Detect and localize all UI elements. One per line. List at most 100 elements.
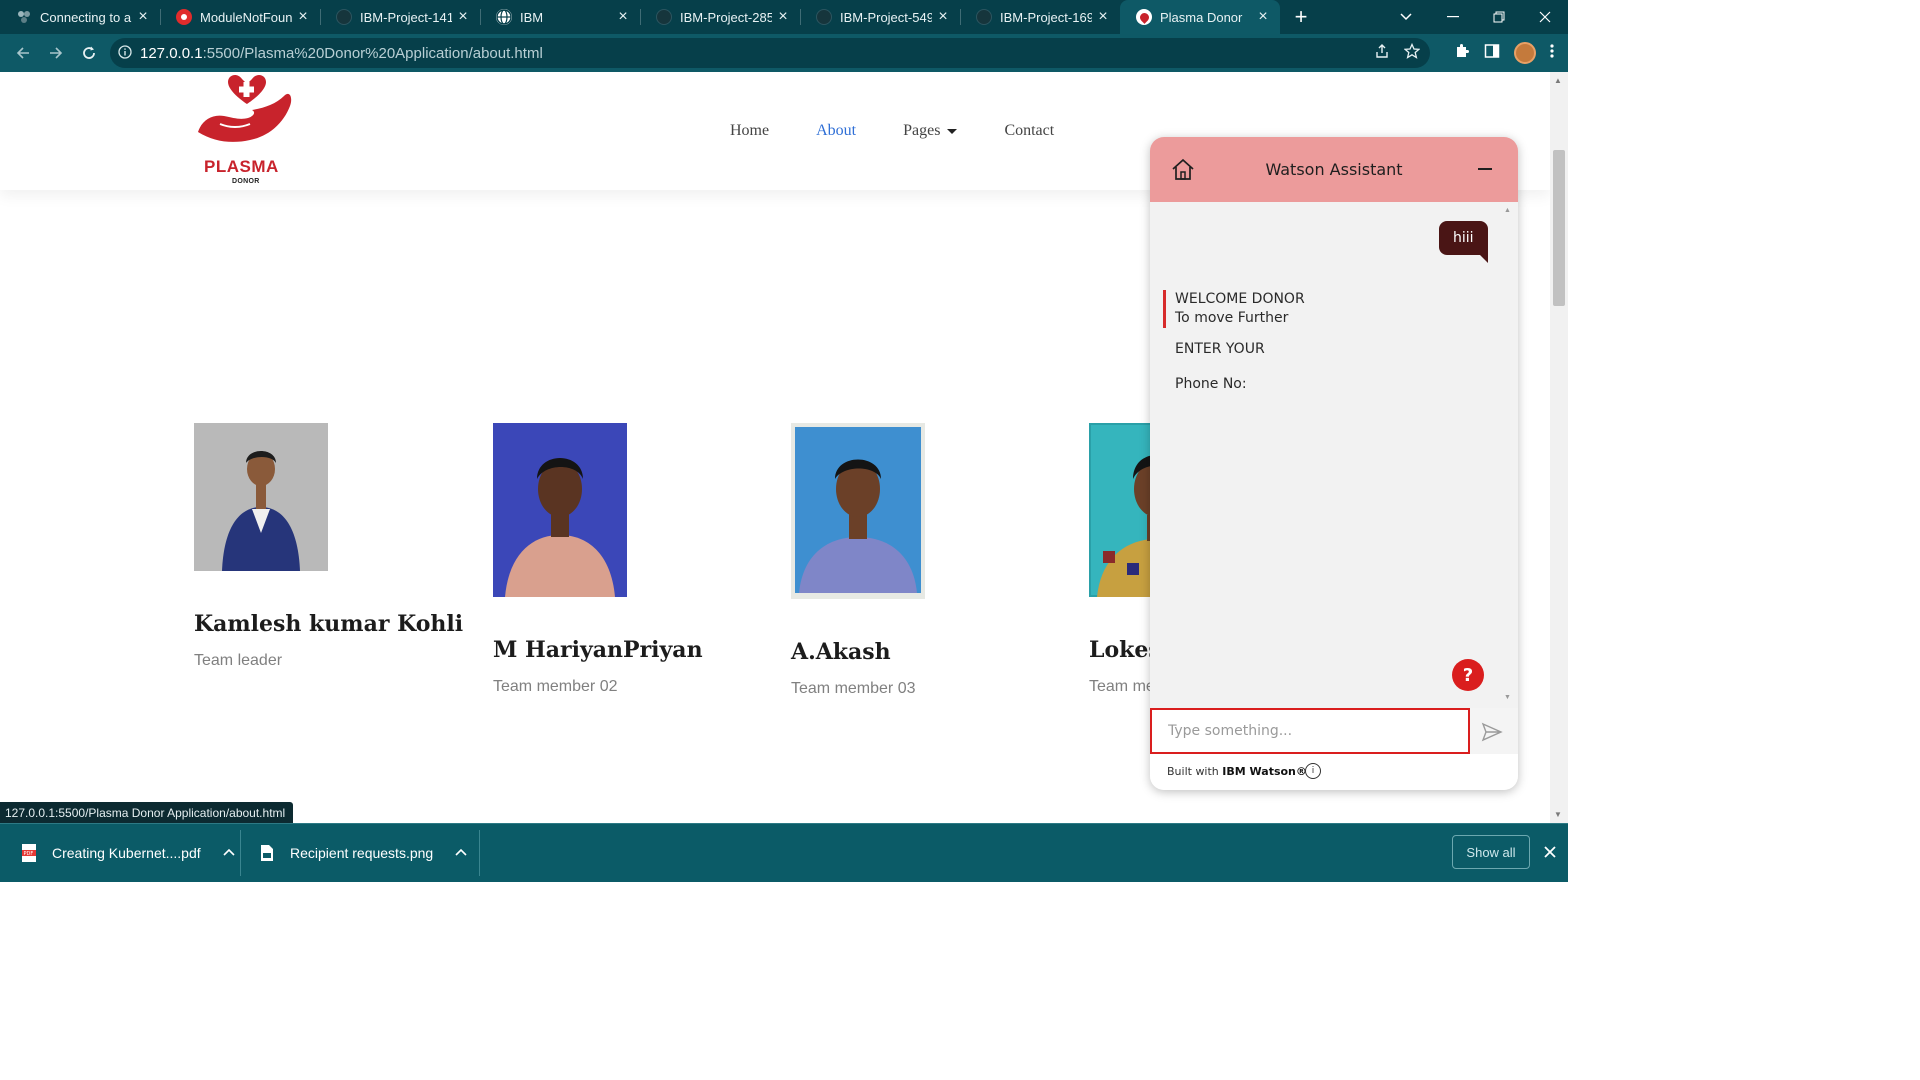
site-logo[interactable]: PLASMA DONOR [190,72,300,188]
nav-contact[interactable]: Contact [1004,122,1054,140]
github-icon [336,9,352,25]
watson-header: Watson Assistant [1150,137,1518,202]
nav-home[interactable]: Home [730,122,769,140]
side-panel-icon[interactable] [1484,43,1500,64]
team-member-card: M HariyanPriyan Team member 02 [493,423,753,703]
bot-message: WELCOME DONOR To move Further [1163,290,1305,328]
tab-search-icon[interactable] [1392,0,1420,34]
member-photo [194,423,328,571]
send-icon[interactable] [1480,720,1504,744]
browser-toolbar: 127.0.0.1:5500/Plasma%20Donor%20Applicat… [0,34,1568,72]
member-role: Team me [1089,678,1150,695]
chat-input[interactable] [1166,722,1450,740]
bookmark-star-icon[interactable] [1403,42,1421,63]
chat-scroll-up-icon[interactable]: ▲ [1504,207,1511,214]
divider [240,830,241,876]
tab-plasma-donor[interactable]: Plasma Donor × [1120,0,1280,34]
member-name: M HariyanPriyan [493,637,703,663]
bot-line: ENTER YOUR [1175,341,1265,357]
new-tab-button[interactable]: + [1280,0,1322,34]
close-icon[interactable]: × [132,8,154,26]
close-icon[interactable]: × [772,8,794,26]
download-item[interactable]: Recipient requests.png [260,824,467,882]
scroll-up-icon[interactable]: ▲ [1554,76,1562,85]
share-icon[interactable] [1374,43,1390,63]
more-menu-icon[interactable] [1550,43,1554,64]
nav-about[interactable]: About [816,122,856,140]
member-photo [791,423,925,599]
scrollbar-thumb[interactable] [1553,150,1565,306]
bot-line: To move Further [1175,310,1289,326]
watson-assistant-panel: Watson Assistant hiii WELCOME DONOR To m… [1150,137,1518,790]
github-icon [656,9,672,25]
user-message-bubble: hiii [1439,221,1488,263]
tab-title: Plasma Donor [1160,9,1243,25]
caret-down-icon [947,128,958,134]
info-icon[interactable]: i [1305,763,1321,779]
built-with-text: Built with IBM Watson® [1167,765,1307,778]
site-info-icon[interactable] [110,44,140,62]
downloads-bar: PDF Creating Kubernet....pdf Recipient r… [0,823,1568,882]
close-icon[interactable]: × [292,8,314,26]
forward-arrow-icon[interactable] [39,34,72,72]
help-button[interactable]: ? [1452,659,1484,691]
close-icon[interactable]: × [612,8,634,26]
chat-scrollbar[interactable]: ▲ ▼ [1504,207,1514,701]
red-circle-icon [176,9,192,25]
tab-5[interactable]: IBM-Project-2853 × [640,0,800,34]
chevron-up-icon[interactable] [455,847,467,859]
tab-title: IBM-Project-2853 [680,9,772,25]
close-icon[interactable]: × [932,8,954,26]
address-bar[interactable]: 127.0.0.1:5500/Plasma%20Donor%20Applicat… [110,38,1430,68]
nav-pages-dropdown[interactable]: Pages [903,122,958,140]
tab-3[interactable]: IBM-Project-1417 × [320,0,480,34]
close-downloads-icon[interactable] [1540,840,1560,864]
back-arrow-icon[interactable] [6,34,39,72]
scroll-down-icon[interactable]: ▼ [1554,810,1562,819]
tab-4[interactable]: IBM × [480,0,640,34]
tab-7[interactable]: IBM-Project-1692 × [960,0,1120,34]
plasma-icon [1136,9,1152,25]
built-prefix: Built with [1167,765,1223,778]
tab-title: IBM-Project-5494 [840,9,932,25]
close-icon[interactable]: × [1092,8,1114,26]
show-all-button[interactable]: Show all [1452,835,1530,869]
restore-icon[interactable] [1476,0,1522,34]
url-path: :5500/Plasma%20Donor%20Application/about… [202,44,543,62]
github-icon [816,9,832,25]
chat-messages[interactable]: hiii WELCOME DONOR To move Further ENTER… [1150,202,1518,708]
tab-6[interactable]: IBM-Project-5494 × [800,0,960,34]
team-member-card: A.Akash Team member 03 [791,423,1051,703]
member-name: A.Akash [791,639,891,665]
chevron-up-icon[interactable] [223,847,235,859]
chat-scroll-down-icon[interactable]: ▼ [1504,694,1511,701]
tab-title: IBM-Project-1417 [360,9,452,25]
reload-icon[interactable] [72,34,105,72]
omnibox-actions [1374,38,1421,68]
close-icon[interactable]: × [1252,8,1274,26]
window-controls [1430,0,1568,34]
download-item[interactable]: PDF Creating Kubernet....pdf [22,824,235,882]
watson-title: Watson Assistant [1265,160,1403,179]
close-icon[interactable]: × [452,8,474,26]
svg-text:PDF: PDF [24,851,34,857]
tab-1[interactable]: Connecting to an × [0,0,160,34]
minimize-chat-icon[interactable] [1478,168,1492,170]
profile-avatar[interactable] [1514,42,1536,64]
tab-title: ModuleNotFound [200,9,292,25]
download-filename: Creating Kubernet....pdf [52,845,201,861]
tab-strip: Connecting to an × ModuleNotFound × IBM-… [0,0,1568,34]
extensions-icon[interactable] [1454,43,1470,64]
tab-2[interactable]: ModuleNotFound × [160,0,320,34]
member-photo [1089,423,1150,597]
team-member-card: Lokes Team me [1089,423,1150,703]
chat-input-box[interactable] [1150,708,1470,754]
globe-icon [496,9,512,25]
divider [479,830,480,876]
heart-hand-logo-icon [198,75,292,142]
logo-brand: PLASMA [204,157,279,176]
window-close-icon[interactable] [1522,0,1568,34]
page-scrollbar[interactable]: ▲ ▼ [1550,72,1568,823]
nav-pages-label: Pages [903,122,941,139]
minimize-icon[interactable] [1430,0,1476,34]
